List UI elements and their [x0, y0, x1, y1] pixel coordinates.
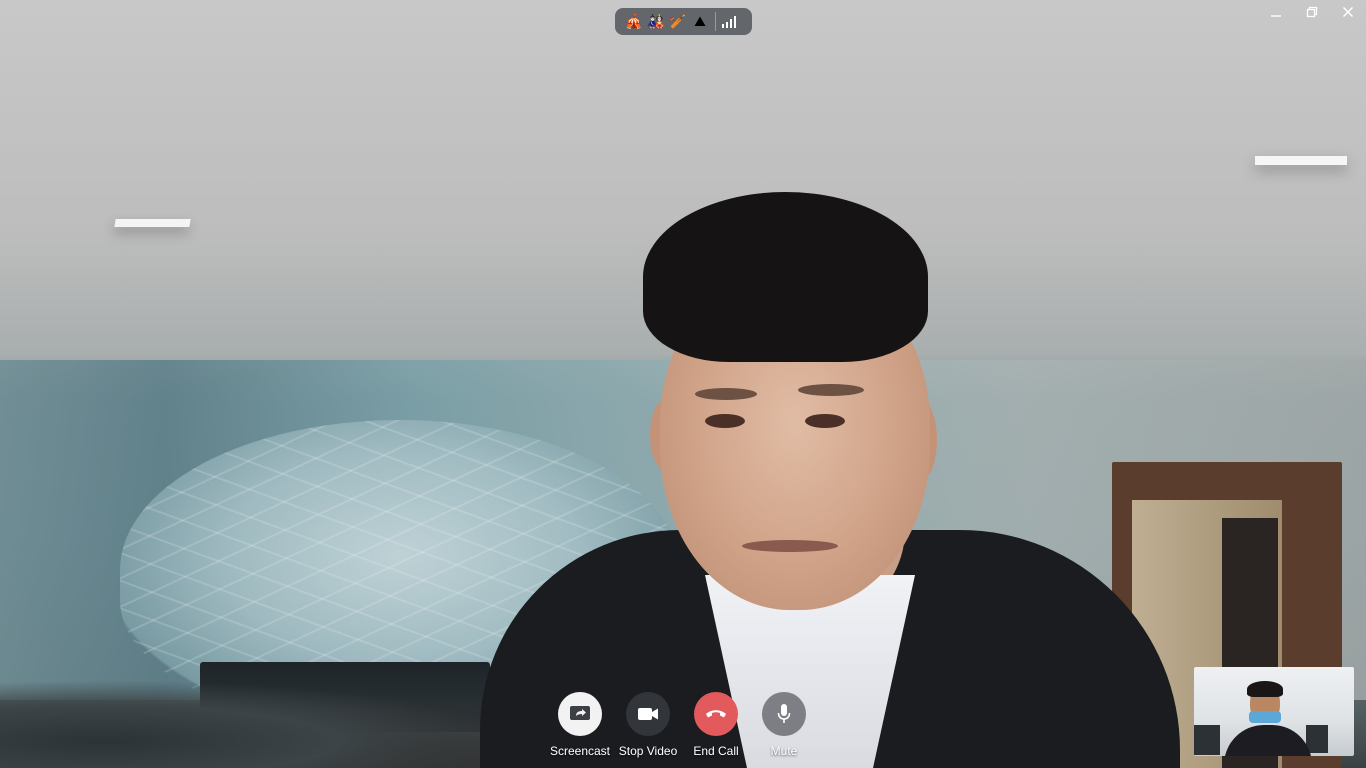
remote-video-feed: 🎪 🎎 🏏 ⛰ Screencast Stop Video End Call M…: [0, 0, 1366, 768]
screencast-icon: [558, 692, 602, 736]
ceiling-light: [1255, 156, 1347, 165]
restore-icon: [1306, 6, 1318, 18]
encryption-emoji-icon: 🎎: [647, 13, 665, 29]
self-view-person-body: [1224, 725, 1312, 756]
call-controls: Screencast Stop Video End Call Mute: [546, 692, 818, 768]
self-view-background-monitor: [1194, 725, 1220, 755]
encryption-emoji-icon: ⛰: [694, 13, 706, 29]
stop-video-button[interactable]: Stop Video: [614, 692, 682, 768]
self-view-face-mask: [1249, 711, 1281, 723]
pill-divider: [715, 12, 716, 31]
minimize-icon: [1271, 15, 1281, 17]
signal-strength-icon: [722, 15, 736, 28]
end-call-button[interactable]: End Call: [682, 692, 750, 768]
phone-hangup-icon: [694, 692, 738, 736]
close-button[interactable]: [1330, 0, 1366, 24]
mute-button[interactable]: Mute: [750, 692, 818, 768]
minimize-button[interactable]: [1258, 0, 1294, 24]
self-view-video[interactable]: [1194, 667, 1354, 756]
self-view-person-hair: [1247, 681, 1283, 697]
self-view-background-monitor: [1306, 725, 1328, 753]
participant-eyebrow: [798, 384, 864, 396]
window-controls: [1258, 0, 1366, 24]
microphone-icon: [762, 692, 806, 736]
participant-eyebrow: [695, 388, 757, 400]
stop-video-label: Stop Video: [618, 744, 678, 758]
screencast-label: Screencast: [549, 744, 611, 758]
end-call-label: End Call: [693, 744, 739, 758]
encryption-emoji-icon: 🏏: [669, 13, 687, 29]
close-icon: [1343, 7, 1353, 17]
call-status-pill: 🎪 🎎 🏏 ⛰: [615, 8, 752, 35]
participant-hair: [643, 192, 928, 362]
participant-eye: [805, 414, 845, 428]
screencast-button[interactable]: Screencast: [546, 692, 614, 768]
video-camera-icon: [626, 692, 670, 736]
ceiling-light: [114, 219, 191, 227]
encryption-emoji-icon: 🎪: [625, 13, 643, 29]
mute-label: Mute: [770, 744, 798, 758]
participant-mouth: [742, 540, 838, 552]
background-people: [0, 680, 520, 768]
restore-button[interactable]: [1294, 0, 1330, 24]
participant-eye: [705, 414, 745, 428]
